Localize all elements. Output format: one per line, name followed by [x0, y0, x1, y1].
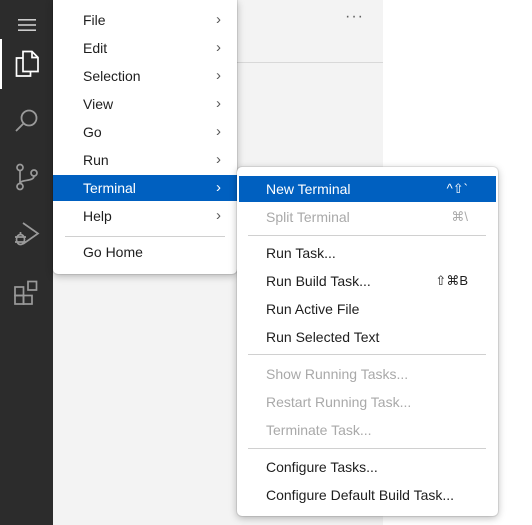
menu-separator: [248, 448, 486, 449]
menu-item-label: Go: [83, 124, 102, 140]
configure-default-build-task-item[interactable]: Configure Default Build Task...: [237, 482, 498, 508]
menu-item-label: New Terminal: [266, 181, 351, 197]
chevron-right-icon: ›: [216, 67, 221, 84]
chevron-right-icon: ›: [216, 95, 221, 112]
split-terminal-item[interactable]: Split Terminal ⌘\: [237, 204, 498, 230]
source-control-icon[interactable]: [0, 152, 53, 202]
activity-bar: [0, 0, 53, 525]
run-active-file-item[interactable]: Run Active File: [237, 296, 498, 322]
restart-running-task-item[interactable]: Restart Running Task...: [237, 389, 498, 415]
chevron-right-icon: ›: [216, 11, 221, 28]
run-selected-text-item[interactable]: Run Selected Text: [237, 324, 498, 350]
app-window: ··· File › Edit › Selection › View › Go …: [0, 0, 532, 525]
application-menu: File › Edit › Selection › View › Go › Ru…: [53, 0, 237, 274]
chevron-right-icon: ›: [216, 123, 221, 140]
menu-item-label: Show Running Tasks...: [266, 366, 409, 382]
chevron-right-icon: ›: [216, 179, 221, 196]
menu-item-selection[interactable]: Selection ›: [53, 63, 237, 89]
menu-item-go[interactable]: Go ›: [53, 119, 237, 145]
search-icon[interactable]: [0, 96, 53, 146]
terminate-task-item[interactable]: Terminate Task...: [237, 417, 498, 443]
menu-item-label: Run: [83, 152, 109, 168]
menu-item-label: File: [83, 12, 106, 28]
menu-item-label: Configure Tasks...: [266, 459, 378, 475]
menu-item-label: Run Selected Text: [266, 329, 380, 345]
shortcut-label: ^⇧`: [446, 181, 468, 196]
run-debug-icon[interactable]: [0, 209, 53, 259]
chevron-right-icon: ›: [216, 151, 221, 168]
shortcut-label: ⌘\: [451, 209, 468, 224]
menu-separator: [248, 354, 486, 355]
menu-item-label: Run Active File: [266, 301, 360, 317]
extensions-icon[interactable]: [0, 268, 53, 318]
chevron-right-icon: ›: [216, 207, 221, 224]
menu-item-run[interactable]: Run ›: [53, 147, 237, 173]
show-running-tasks-item[interactable]: Show Running Tasks...: [237, 361, 498, 387]
configure-tasks-item[interactable]: Configure Tasks...: [237, 454, 498, 480]
menu-item-label: Restart Running Task...: [266, 394, 412, 410]
menu-item-label: Terminate Task...: [266, 422, 372, 438]
run-task-item[interactable]: Run Task...: [237, 240, 498, 266]
menu-item-label: Selection: [83, 68, 141, 84]
shortcut-label: ⇧⌘B: [435, 273, 468, 288]
run-build-task-item[interactable]: Run Build Task... ⇧⌘B: [237, 268, 498, 294]
menu-item-label: Configure Default Build Task...: [266, 487, 455, 503]
menu-item-label: Terminal: [83, 180, 136, 196]
terminal-submenu: New Terminal ^⇧` Split Terminal ⌘\ Run T…: [237, 167, 498, 516]
menu-item-label: Go Home: [83, 244, 143, 260]
menu-item-terminal[interactable]: Terminal ›: [53, 175, 237, 201]
menu-item-label: View: [83, 96, 114, 112]
menu-item-view[interactable]: View ›: [53, 91, 237, 117]
menu-item-go-home[interactable]: Go Home: [53, 239, 237, 265]
menu-item-label: Run Build Task...: [266, 273, 371, 289]
menu-item-label: Edit: [83, 40, 108, 56]
menu-item-label: Split Terminal: [266, 209, 350, 225]
menu-item-help[interactable]: Help ›: [53, 203, 237, 229]
menu-separator: [65, 236, 225, 237]
menu-item-label: Run Task...: [266, 245, 336, 261]
explorer-icon[interactable]: [0, 39, 53, 89]
chevron-right-icon: ›: [216, 39, 221, 56]
more-actions-icon[interactable]: ···: [345, 8, 364, 26]
new-terminal-item[interactable]: New Terminal ^⇧`: [239, 176, 496, 202]
menu-item-file[interactable]: File ›: [53, 7, 237, 33]
menu-item-edit[interactable]: Edit ›: [53, 35, 237, 61]
menu-item-label: Help: [83, 208, 112, 224]
menu-separator: [248, 235, 486, 236]
